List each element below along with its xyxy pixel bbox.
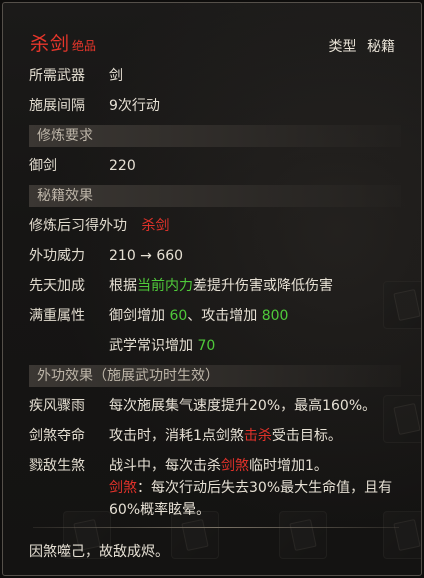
power-value: 210 → 660 [109,248,184,264]
full-row: 满重属性 御剑增加 60、攻击增加 800 [29,305,288,327]
effect-text-2: 攻击时，消耗1点剑煞击杀受击目标。 [109,425,342,447]
full-b-val: 800 [261,308,289,324]
effect-3-pre: 战斗中，每次击杀 [109,458,221,474]
full-c-pre: 武学常识增加 [109,338,198,354]
skill-name-text: 杀剑 [30,33,71,55]
quality-tag: 绝品 [72,39,97,53]
innate-post: 差提升伤害或降低伤害 [193,278,333,294]
full-value-c: 武学常识增加 70 [109,335,215,357]
effects-header: 外功效果（施展武功时生效） [29,365,401,387]
power-label: 外功威力 [29,248,85,264]
type-info: 类型 秘籍 [329,36,395,56]
skill-tooltip: 杀剑 绝品 类型 秘籍 所需武器 剑 施展间隔 9次行动 修炼要求 御剑 220 … [2,2,422,576]
effect-3-post: 临时增加1。 [249,458,328,474]
req-skill-label: 御剑 [29,158,57,174]
learn-label: 修炼后习得外功 [29,218,127,234]
effect-2-pre: 攻击时，消耗1点剑煞 [109,428,244,444]
innate-label: 先天加成 [29,278,85,294]
interval-label: 施展间隔 [29,98,85,114]
innate-row: 先天加成 根据当前内力差提升伤害或降低伤害 [29,275,333,297]
effect-3-line2: 剑煞：每次行动后失去30%最大生命值，且有 [109,477,392,499]
manual-header: 秘籍效果 [29,185,401,207]
effect-name-1: 疾风骤雨 [29,398,85,414]
full-c-val: 70 [197,338,216,354]
effect-3-highlight: 剑煞 [221,458,249,474]
bg-slot [383,281,421,329]
effect-2-highlight: 击杀 [243,428,272,444]
skill-name: 杀剑 绝品 [30,29,96,56]
innate-highlight: 当前内力 [137,278,193,294]
effect-text-1: 每次施展集气速度提升20%，最高160%。 [109,398,377,414]
effect-name-3: 戮敌生煞 [29,458,85,474]
req-skill-value: 220 [109,158,136,174]
req-skill-row: 御剑 220 [29,155,136,177]
weapon-value: 剑 [109,68,123,84]
type-label: 类型 [328,39,357,55]
flavor-text: 因煞噬己，故敌成烬。 [29,544,169,560]
effect-name-2: 剑煞夺命 [29,428,85,444]
interval-value: 9次行动 [109,98,160,114]
effect-3-line3: 60%概率眩晕。 [109,502,211,518]
type-value: 秘籍 [367,39,395,55]
interval-row: 施展间隔 9次行动 [29,95,160,117]
full-value-a: 御剑增加 60、攻击增加 800 [109,305,288,327]
full-label: 满重属性 [29,308,85,324]
effect-3-line1: 战斗中，每次击杀剑煞临时增加1。 [109,455,392,477]
requirements-header: 修炼要求 [29,125,401,147]
learn-value: 杀剑 [141,218,170,234]
full-b-pre: 、攻击增加 [187,308,262,324]
effect-text-3: 战斗中，每次击杀剑煞临时增加1。 剑煞：每次行动后失去30%最大生命值，且有 6… [109,455,392,521]
effect-3-note-highlight: 剑煞 [109,480,137,496]
innate-value: 根据当前内力差提升伤害或降低伤害 [109,275,333,297]
learn-row: 修炼后习得外功 杀剑 [29,215,169,237]
weapon-label: 所需武器 [29,68,85,84]
divider [33,527,399,528]
effect-2-post: 受击目标。 [271,428,342,444]
innate-pre: 根据 [109,278,137,294]
effect-3-note-text: ：每次行动后失去30%最大生命值，且有 [137,480,393,496]
full-a-pre: 御剑增加 [109,308,170,324]
full-a-val: 60 [169,308,188,324]
power-row: 外功威力 210 → 660 [29,245,183,267]
bg-slot [383,395,421,443]
weapon-row: 所需武器 剑 [29,65,123,87]
